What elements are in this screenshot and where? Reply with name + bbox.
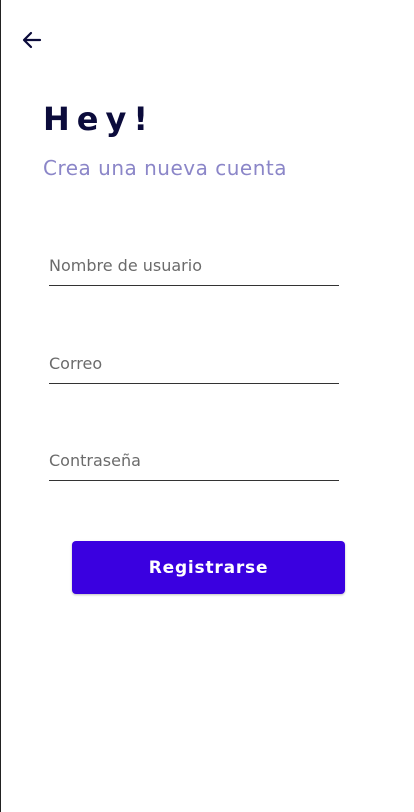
password-field-container	[49, 441, 339, 481]
arrow-left-icon	[22, 31, 42, 49]
back-button[interactable]	[18, 26, 46, 54]
register-screen: Hey! Crea una nueva cuenta Registrarse	[0, 0, 414, 812]
page-title: Hey!	[43, 100, 155, 138]
page-subtitle: Crea una nueva cuenta	[43, 156, 287, 180]
password-input[interactable]	[49, 441, 339, 480]
username-field-container	[49, 246, 339, 286]
email-field-container	[49, 344, 339, 384]
username-input[interactable]	[49, 246, 339, 285]
register-button[interactable]: Registrarse	[72, 541, 345, 594]
email-input[interactable]	[49, 344, 339, 383]
